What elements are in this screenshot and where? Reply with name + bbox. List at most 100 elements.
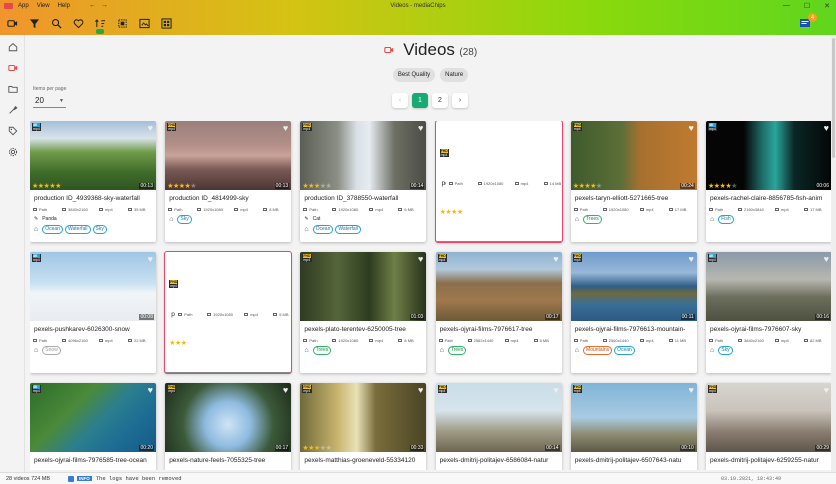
video-name[interactable]: pexels-victor-rogov-6406704-tree [438,175,446,187]
path-button[interactable]: Path [438,338,465,343]
tag-chip[interactable]: Ocean [312,225,334,234]
grid-icon[interactable] [159,16,173,30]
sort-icon[interactable] [93,16,107,34]
sidebar-performers-icon[interactable] [0,99,25,120]
path-button[interactable]: Path [303,338,329,343]
scrollbar-thumb[interactable] [832,38,835,158]
next-page-button[interactable]: › [452,93,468,108]
favorite-heart-icon[interactable]: ♥ [148,254,153,264]
video-thumbnail[interactable]: FHD mp4 ♥ 00:29 [706,383,832,452]
video-name[interactable]: pexels-ojyrai-films-7976607-sky [706,321,832,333]
sidebar-tags-icon[interactable] [0,120,25,141]
performer-name[interactable]: Panda [42,216,56,222]
favorite-heart-icon[interactable]: ♥ [283,123,288,133]
video-card[interactable]: FHDmp4 ♥ ★★★★★ 00:20 pexels-victor-rogov… [434,121,563,243]
video-name[interactable]: pexels-nature-feels-7055325-tree [165,452,291,464]
path-button[interactable]: Path [33,469,59,470]
video-thumbnail[interactable]: FHD mp4 ♥ ★★★★★ 00:14 [300,121,427,190]
path-button[interactable]: Path [33,338,59,343]
videos-icon[interactable] [5,16,19,30]
favorite-heart-icon[interactable]: ♥ [148,385,153,395]
search-icon[interactable] [49,16,63,30]
video-card[interactable]: 4K mp4 ♥ 00:20 pexels-ojyrai-films-797658… [30,383,156,470]
path-button[interactable]: Path [448,181,475,186]
tag-chip[interactable]: Snow [42,346,61,355]
close-icon[interactable]: ✕ [824,2,830,10]
scrollbar[interactable] [831,35,836,472]
video-card[interactable]: FHD mp4 ♥ ★★★★★ 00:13 production ID_48149… [165,121,292,242]
tag-chip[interactable]: Sky [92,225,107,234]
favorite-heart-icon[interactable]: ♥ [283,385,288,395]
rating-stars[interactable]: ★★★★★ [573,182,602,190]
path-button[interactable]: Path [574,469,600,470]
favorite-heart-icon[interactable]: ♥ [553,254,558,264]
path-button[interactable]: Path [303,469,329,470]
video-thumbnail[interactable]: 4K mp4 ♥ 00:20 [30,383,156,452]
rating-stars[interactable]: ★★★★★ [302,444,331,452]
video-thumbnail[interactable]: FHD mp4 ♥ ★★★★★ 00:24 [570,121,697,190]
video-thumbnail[interactable]: FHD mp4 ♥ 00:10 [570,383,697,452]
tag-chip[interactable]: Waterfall [64,225,91,234]
video-name[interactable]: pexels-rachel-claire-8856785-fish-anim [706,190,832,202]
favorite-heart-icon[interactable]: ♥ [148,123,153,133]
video-name[interactable]: pexels-matthias-groeneveld-55334120 [300,452,426,464]
path-button[interactable]: Path [709,469,735,470]
video-card[interactable]: FHD mp4 ♥ ★★★★★ 00:33 pexels-matthias-gro… [300,383,427,470]
video-name[interactable]: pexels-ojyrai-films-7976585-tree-ocean [30,452,156,464]
tag-chip[interactable]: Ocean [42,225,63,234]
path-button[interactable]: Path [709,207,735,212]
tag-chip[interactable]: Sky [718,346,733,355]
maximize-icon[interactable]: ☐ [804,2,810,10]
minimize-icon[interactable]: — [783,2,790,10]
video-name[interactable]: pexels-pushkarev-5962211-ocean [167,306,175,318]
video-card[interactable]: FHD mp4 ♥ 00:17 pexels-ojyrai-films-79766… [435,252,562,373]
filter-icon[interactable] [27,16,41,30]
video-thumbnail[interactable]: FHD mp4 ♥ 00:17 [435,252,562,321]
favorite-heart-icon[interactable]: ♥ [688,123,693,133]
video-thumbnail[interactable]: 4K mp4 ♥ 00:16 [706,252,832,321]
sidebar-home-icon[interactable] [0,36,25,57]
log-icon[interactable] [68,475,74,482]
tag-chip[interactable]: Waterfall [335,225,361,234]
favorites-icon[interactable] [71,16,85,30]
video-name[interactable]: production ID_3788550-waterfall [300,190,426,202]
path-button[interactable]: Path [573,338,600,343]
page-button-1[interactable]: 1 [412,93,428,108]
video-name[interactable]: pexels-pushkarev-6026300-snow [30,321,156,333]
favorite-heart-icon[interactable]: ♥ [688,254,693,264]
filter-chip[interactable]: Best Quality [392,68,436,82]
video-card[interactable]: FHD mp4 ♥ 00:29 pexels-dmitrij-politajev-… [706,383,832,470]
tag-chip[interactable]: Mountains [583,346,613,355]
rating-stars[interactable]: ★★★★★ [302,182,331,190]
rating-stars[interactable]: ★★★★★ [708,182,737,190]
filter-chip[interactable]: Nature [440,68,469,82]
performer-name[interactable]: Cat [313,216,321,222]
video-card[interactable]: FHD mp4 ♥ ★★★★★ 00:14 production ID_37885… [300,121,427,242]
sidebar-settings-icon[interactable] [0,141,25,162]
video-name[interactable]: pexels-ojyrai-films-7976613-mountain- [571,321,697,333]
path-button[interactable]: Path [33,207,59,212]
path-button[interactable]: Path [439,469,465,470]
favorite-heart-icon[interactable]: ♥ [553,385,558,395]
tag-chip[interactable]: Trees [312,346,332,355]
favorite-heart-icon[interactable]: ♥ [688,385,693,395]
rating-stars[interactable]: ★★★★★ [167,182,196,190]
video-card[interactable]: FHD mp4 ♥ ★★★★★ 00:24 pexels-taryn-elliot… [570,121,697,242]
path-button[interactable]: Path [709,338,735,343]
video-name[interactable]: production ID_4814999-sky [165,190,291,202]
video-thumbnail[interactable]: FHD mp4 ♥ ★★★★★ 00:33 [300,383,427,452]
sidebar-folder-icon[interactable] [0,78,25,99]
favorite-heart-icon[interactable]: ♥ [824,254,829,264]
video-thumbnail[interactable]: FHD mp4 ♥ 00:17 [165,383,292,452]
select-icon[interactable] [115,16,129,30]
video-thumbnail[interactable]: FHD mp4 ♥ ★★★★★ 00:13 [165,121,292,190]
video-name[interactable]: pexels-plato-terentev-6250005-tree [300,321,426,333]
path-button[interactable]: Path [303,207,329,212]
rating-stars[interactable]: ★★★★★ [440,208,469,216]
video-thumbnail[interactable]: FHD mp4 ♥ 01:03 [300,252,427,321]
favorite-heart-icon[interactable]: ♥ [824,123,829,133]
video-name[interactable]: pexels-ojyrai-films-7976617-tree [436,321,562,333]
tag-chip[interactable]: Sky [177,215,192,224]
tag-chip[interactable]: Fish [718,215,734,224]
video-thumbnail[interactable]: FHD mp4 ♥ 00:11 [570,252,697,321]
